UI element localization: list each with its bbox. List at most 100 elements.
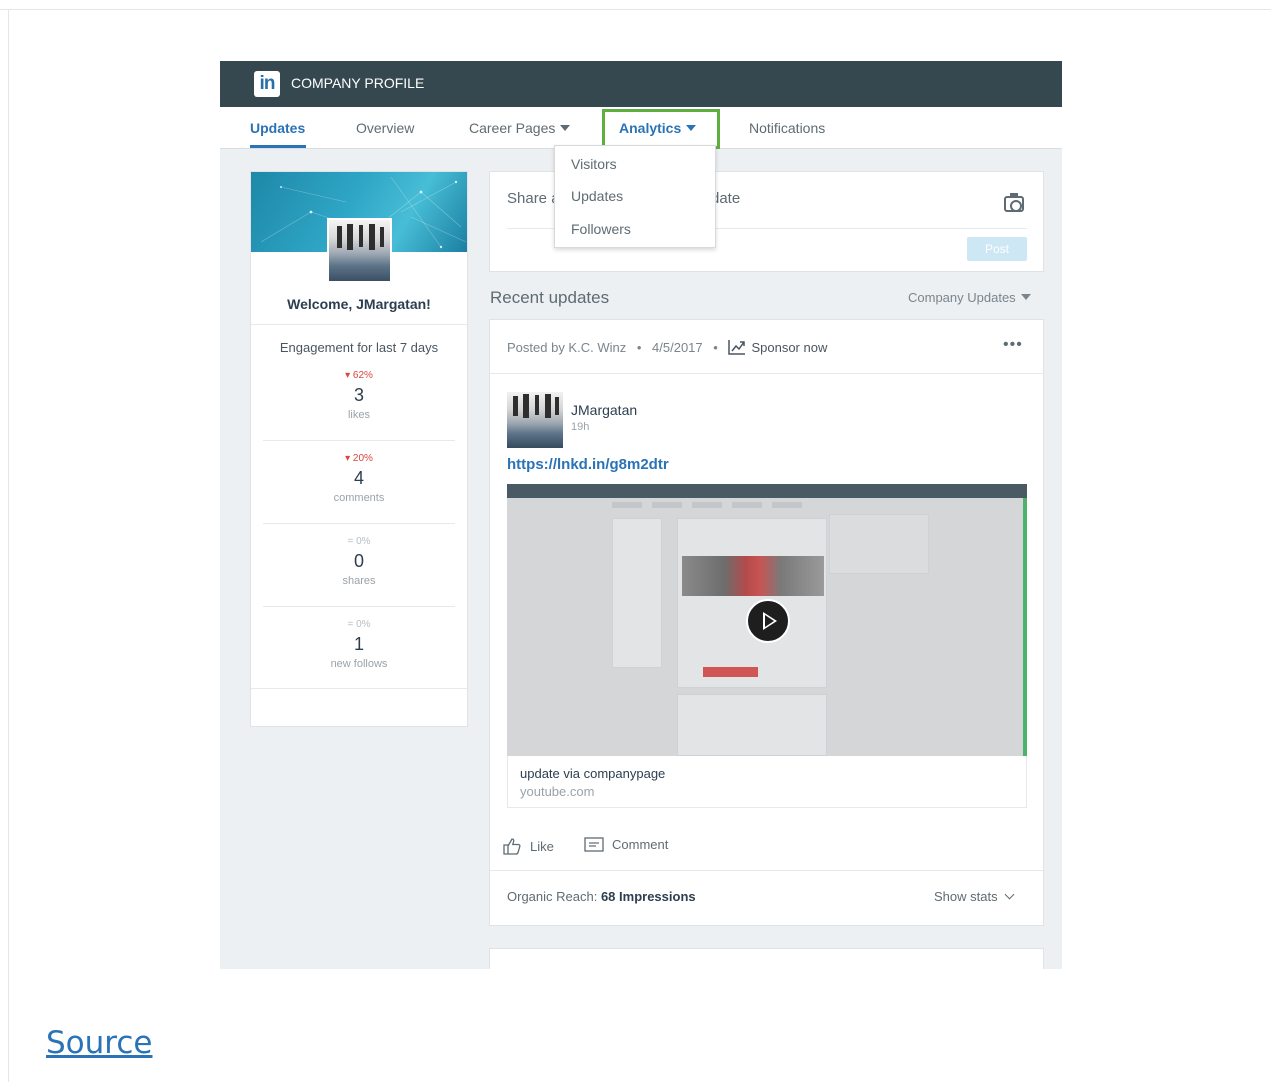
- company-summary-card: Welcome, JMargatan! Engagement for last …: [250, 171, 468, 727]
- reach-value: 68 Impressions: [600, 889, 696, 904]
- left-divider: [8, 9, 9, 1082]
- thumbnail-tab: [652, 502, 682, 508]
- show-stats-button[interactable]: Show stats: [934, 889, 1015, 904]
- tab-notifications[interactable]: Notifications: [749, 120, 825, 136]
- company-avatar[interactable]: [327, 218, 392, 283]
- like-label: Like: [530, 839, 554, 854]
- tab-overview[interactable]: Overview: [356, 120, 414, 136]
- tab-career-pages[interactable]: Career Pages: [469, 120, 571, 136]
- video-title: update via companypage: [520, 766, 666, 781]
- divider: [263, 523, 455, 524]
- source-link[interactable]: Source: [46, 1025, 152, 1061]
- sponsor-now-label: Sponsor now: [751, 340, 828, 355]
- posted-by: Posted by K.C. Winz: [507, 340, 627, 355]
- stat-label: likes: [347, 409, 370, 421]
- stat-change: = 0%: [347, 619, 371, 630]
- comment-icon: [584, 837, 604, 852]
- thumbnail-green-edge: [1023, 498, 1027, 756]
- thumbnail-next-post: [677, 694, 827, 756]
- stat-value: 3: [353, 385, 364, 405]
- video-preview[interactable]: [507, 484, 1027, 756]
- divider: [263, 440, 455, 441]
- thumbnail-post: [677, 518, 827, 688]
- video-thumbnail-tabs: [612, 502, 912, 510]
- menu-item-followers[interactable]: Followers: [571, 221, 631, 237]
- menu-item-visitors[interactable]: Visitors: [571, 156, 617, 172]
- comment-button[interactable]: Comment: [584, 836, 668, 854]
- trend-chart-icon: [728, 340, 746, 355]
- update-post-card: Posted by K.C. Winz • 4/5/2017 • Sponsor…: [489, 319, 1044, 926]
- author-avatar[interactable]: [507, 392, 563, 448]
- thumbnail-tab: [772, 502, 802, 508]
- post-link[interactable]: https://lnkd.in/g8m2dtr: [507, 456, 669, 473]
- like-button[interactable]: Like: [502, 836, 554, 856]
- analytics-dropdown-menu: Visitors Updates Followers: [554, 145, 716, 248]
- thumbnail-tab: [612, 502, 642, 508]
- caret-down-icon: [1020, 294, 1031, 300]
- tab-updates[interactable]: Updates: [250, 120, 305, 136]
- filter-label: Company Updates: [908, 290, 1016, 305]
- thumbnail-right-panel: [829, 514, 929, 574]
- stat-change: = 0%: [347, 536, 371, 547]
- show-stats-label: Show stats: [934, 889, 998, 904]
- post-meta: Posted by K.C. Winz • 4/5/2017 • Sponsor…: [507, 339, 827, 355]
- post-date: 4/5/2017: [652, 340, 703, 355]
- tab-career-pages-label: Career Pages: [469, 120, 556, 136]
- divider: [263, 606, 455, 607]
- stat-likes: ▾ 62% 3 likes: [263, 370, 455, 421]
- stat-shares: = 0% 0 shares: [263, 536, 455, 587]
- more-options-icon[interactable]: •••: [1003, 336, 1023, 354]
- welcome-heading: Welcome, JMargatan!: [287, 296, 431, 312]
- stat-label: comments: [333, 492, 385, 504]
- next-post-card: [489, 948, 1044, 969]
- stat-new-follows: = 0% 1 new follows: [263, 619, 455, 670]
- stat-label: shares: [342, 575, 376, 587]
- video-caption[interactable]: update via companypage youtube.com: [507, 756, 1027, 808]
- recent-updates-heading: Recent updates: [490, 288, 610, 307]
- avatar-photo: [513, 394, 559, 418]
- divider: [251, 688, 467, 689]
- stat-value: 1: [353, 634, 364, 654]
- active-tab-indicator: [250, 145, 306, 148]
- menu-item-updates[interactable]: Updates: [571, 188, 623, 204]
- engagement-title: Engagement for last 7 days: [279, 340, 439, 355]
- thumbnail-sidebar: [612, 518, 662, 668]
- company-updates-filter[interactable]: Company Updates: [908, 290, 1031, 305]
- separator-dot: •: [713, 340, 718, 355]
- organic-reach: Organic Reach: 68 Impressions: [507, 889, 696, 904]
- chevron-down-icon: [1004, 889, 1015, 900]
- reach-label: Organic Reach:: [507, 889, 598, 904]
- separator-dot: •: [636, 340, 642, 355]
- stat-label: new follows: [330, 658, 388, 670]
- linkedin-screenshot: in COMPANY PROFILE Updates Overview Care…: [220, 61, 1062, 969]
- camera-icon[interactable]: [1004, 193, 1024, 212]
- avatar-photo: [337, 224, 384, 250]
- comment-label: Comment: [612, 837, 669, 852]
- post-button[interactable]: Post: [967, 237, 1027, 261]
- stat-change: ▾ 20%: [345, 453, 373, 464]
- post-time: 19h: [571, 421, 590, 433]
- page: in COMPANY PROFILE Updates Overview Care…: [0, 0, 1271, 1082]
- author-name[interactable]: JMargatan: [571, 402, 637, 418]
- thumbs-up-icon: [503, 838, 521, 855]
- video-source: youtube.com: [520, 784, 595, 799]
- thumbnail-photo: [682, 556, 824, 596]
- stat-value: 4: [353, 468, 364, 488]
- divider: [490, 373, 1043, 374]
- analytics-highlight-box: [602, 109, 720, 149]
- thumbnail-red-button: [703, 667, 758, 677]
- linkedin-logo-icon[interactable]: in: [254, 71, 280, 97]
- caret-down-icon: [560, 125, 571, 131]
- stat-change: ▾ 62%: [345, 370, 373, 381]
- page-title: COMPANY PROFILE: [291, 75, 425, 91]
- stat-comments: ▾ 20% 4 comments: [263, 453, 455, 504]
- stat-value: 0: [353, 551, 364, 571]
- top-bar: in COMPANY PROFILE: [220, 61, 1062, 107]
- thumbnail-tab: [692, 502, 722, 508]
- share-input[interactable]: Share a: [507, 190, 560, 207]
- divider: [251, 324, 467, 325]
- divider: [490, 870, 1043, 871]
- sponsor-now-link[interactable]: Sponsor now: [728, 340, 827, 355]
- play-icon[interactable]: [746, 599, 790, 643]
- thumbnail-tab: [732, 502, 762, 508]
